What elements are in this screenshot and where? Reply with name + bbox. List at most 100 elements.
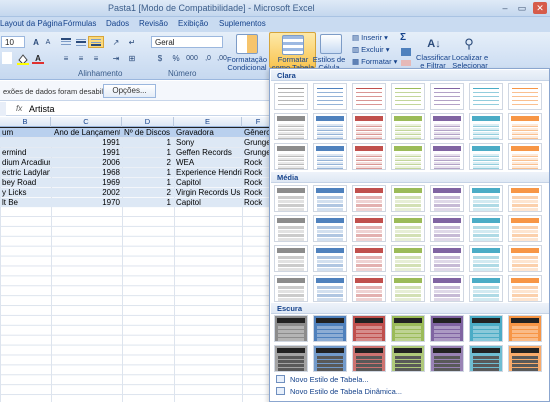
table-style-swatch[interactable] (313, 185, 347, 212)
table-cell[interactable]: Experience Hendrix (176, 168, 242, 177)
fill-color-icon[interactable] (16, 52, 29, 65)
align-center-icon[interactable]: ≡ (73, 52, 89, 64)
formula-input[interactable]: Artista (29, 104, 55, 114)
table-style-swatch[interactable] (508, 83, 542, 110)
fx-icon[interactable]: fx (16, 104, 22, 113)
table-cell[interactable]: 1970 (54, 198, 120, 207)
table-style-swatch[interactable] (508, 345, 542, 372)
table-cell[interactable]: 2 (124, 158, 171, 167)
new-table-style-button[interactable]: Novo Estilo de Tabela... (290, 375, 369, 384)
table-cell[interactable]: 1991 (54, 138, 120, 147)
table-style-swatch[interactable] (391, 185, 425, 212)
align-bottom-icon[interactable] (88, 36, 104, 48)
merge-cells-icon[interactable]: ⊞ (124, 52, 140, 64)
tab-view[interactable]: Exibição (178, 19, 208, 28)
maximize-button[interactable]: ▭ (515, 2, 529, 14)
table-row[interactable]: bey Road 1969 1 Capitol Rock (0, 178, 275, 187)
table-style-swatch[interactable] (430, 315, 464, 342)
table-style-swatch[interactable] (352, 345, 386, 372)
table-style-swatch[interactable] (352, 275, 386, 302)
table-cell[interactable]: ermind (2, 148, 50, 157)
align-top-icon[interactable] (58, 36, 74, 48)
conditional-format-button[interactable]: Formatação Condicional (226, 56, 268, 72)
table-style-swatch[interactable] (430, 143, 464, 170)
currency-icon[interactable]: $ (152, 52, 168, 64)
table-style-swatch[interactable] (391, 113, 425, 140)
table-row[interactable]: dium Arcadium 2006 2 WEA Rock (0, 158, 275, 167)
wrap-text-icon[interactable]: ↵ (124, 36, 140, 48)
table-style-swatch[interactable] (508, 245, 542, 272)
table-style-swatch[interactable] (274, 345, 308, 372)
table-header-cell[interactable]: um (2, 128, 50, 137)
table-style-swatch[interactable] (508, 185, 542, 212)
column-header-e[interactable]: E (174, 117, 242, 127)
delete-button[interactable]: ▥ Excluir ▾ (352, 46, 390, 54)
table-style-swatch[interactable] (313, 245, 347, 272)
number-format-select[interactable]: Geral (151, 36, 223, 48)
table-style-swatch[interactable] (469, 113, 503, 140)
table-style-swatch[interactable] (430, 83, 464, 110)
orientation-icon[interactable]: ↗ (108, 36, 124, 48)
shrink-font-button[interactable]: A (40, 36, 56, 48)
table-style-swatch[interactable] (391, 315, 425, 342)
table-cell[interactable]: Virgin Records Us (176, 188, 242, 197)
options-button[interactable]: Opções... (103, 84, 156, 98)
table-style-swatch[interactable] (274, 315, 308, 342)
table-style-swatch[interactable] (469, 83, 503, 110)
font-size-input[interactable]: 10 (1, 36, 25, 48)
table-cell[interactable]: 1969 (54, 178, 120, 187)
tab-data[interactable]: Dados (106, 19, 129, 28)
table-style-swatch[interactable] (274, 245, 308, 272)
table-cell[interactable]: Capitol (176, 178, 242, 187)
table-header-cell[interactable]: Ano de Lançamento (54, 128, 120, 137)
table-style-swatch[interactable] (274, 185, 308, 212)
table-header-row[interactable]: um Ano de Lançamento Nº de Discos Gravadora… (0, 128, 275, 137)
column-header-c[interactable]: C (51, 117, 122, 127)
table-style-swatch[interactable] (352, 143, 386, 170)
table-cell[interactable]: 2006 (54, 158, 120, 167)
insert-button[interactable]: ▤ Inserir ▾ (352, 34, 388, 42)
table-row[interactable]: 1991 1 Sony Grunge (0, 138, 275, 147)
table-cell[interactable]: WEA (176, 158, 242, 167)
comma-icon[interactable]: 000 (184, 52, 200, 64)
table-style-swatch[interactable] (274, 143, 308, 170)
table-style-swatch[interactable] (352, 315, 386, 342)
table-style-swatch[interactable] (274, 113, 308, 140)
table-style-swatch[interactable] (430, 215, 464, 242)
table-style-swatch[interactable] (313, 143, 347, 170)
autosum-button[interactable]: Σ (400, 33, 406, 43)
table-style-swatch[interactable] (508, 315, 542, 342)
table-style-swatch[interactable] (313, 215, 347, 242)
column-header-d[interactable]: D (122, 117, 174, 127)
table-style-swatch[interactable] (313, 315, 347, 342)
table-style-swatch[interactable] (391, 143, 425, 170)
table-cell[interactable]: Sony (176, 138, 242, 147)
tab-formulas[interactable]: Fórmulas (63, 19, 96, 28)
tab-addins[interactable]: Suplementos (219, 19, 266, 28)
table-style-swatch[interactable] (508, 215, 542, 242)
tab-page-layout[interactable]: Layout da Página (0, 19, 62, 28)
table-cell[interactable]: lt Be (2, 198, 50, 207)
table-style-swatch[interactable] (430, 185, 464, 212)
name-box[interactable] (0, 102, 6, 116)
table-style-swatch[interactable] (469, 185, 503, 212)
table-style-swatch[interactable] (352, 185, 386, 212)
table-cell[interactable]: 1 (124, 138, 171, 147)
table-style-swatch[interactable] (313, 345, 347, 372)
table-style-swatch[interactable] (469, 345, 503, 372)
table-style-swatch[interactable] (391, 215, 425, 242)
table-cell[interactable]: bey Road (2, 178, 50, 187)
table-style-swatch[interactable] (430, 113, 464, 140)
table-cell[interactable]: 1 (124, 178, 171, 187)
table-style-swatch[interactable] (508, 275, 542, 302)
table-style-swatch[interactable] (469, 215, 503, 242)
column-header-b[interactable]: B (0, 117, 51, 127)
table-style-swatch[interactable] (352, 245, 386, 272)
table-style-swatch[interactable] (352, 83, 386, 110)
table-style-swatch[interactable] (391, 245, 425, 272)
table-cell[interactable]: 2 (124, 188, 171, 197)
data-table[interactable]: um Ano de Lançamento Nº de Discos Gravadora… (0, 127, 275, 207)
format-button[interactable]: ▦ Formatar ▾ (352, 58, 397, 66)
table-style-swatch[interactable] (391, 275, 425, 302)
table-cell[interactable]: dium Arcadium (2, 158, 50, 167)
